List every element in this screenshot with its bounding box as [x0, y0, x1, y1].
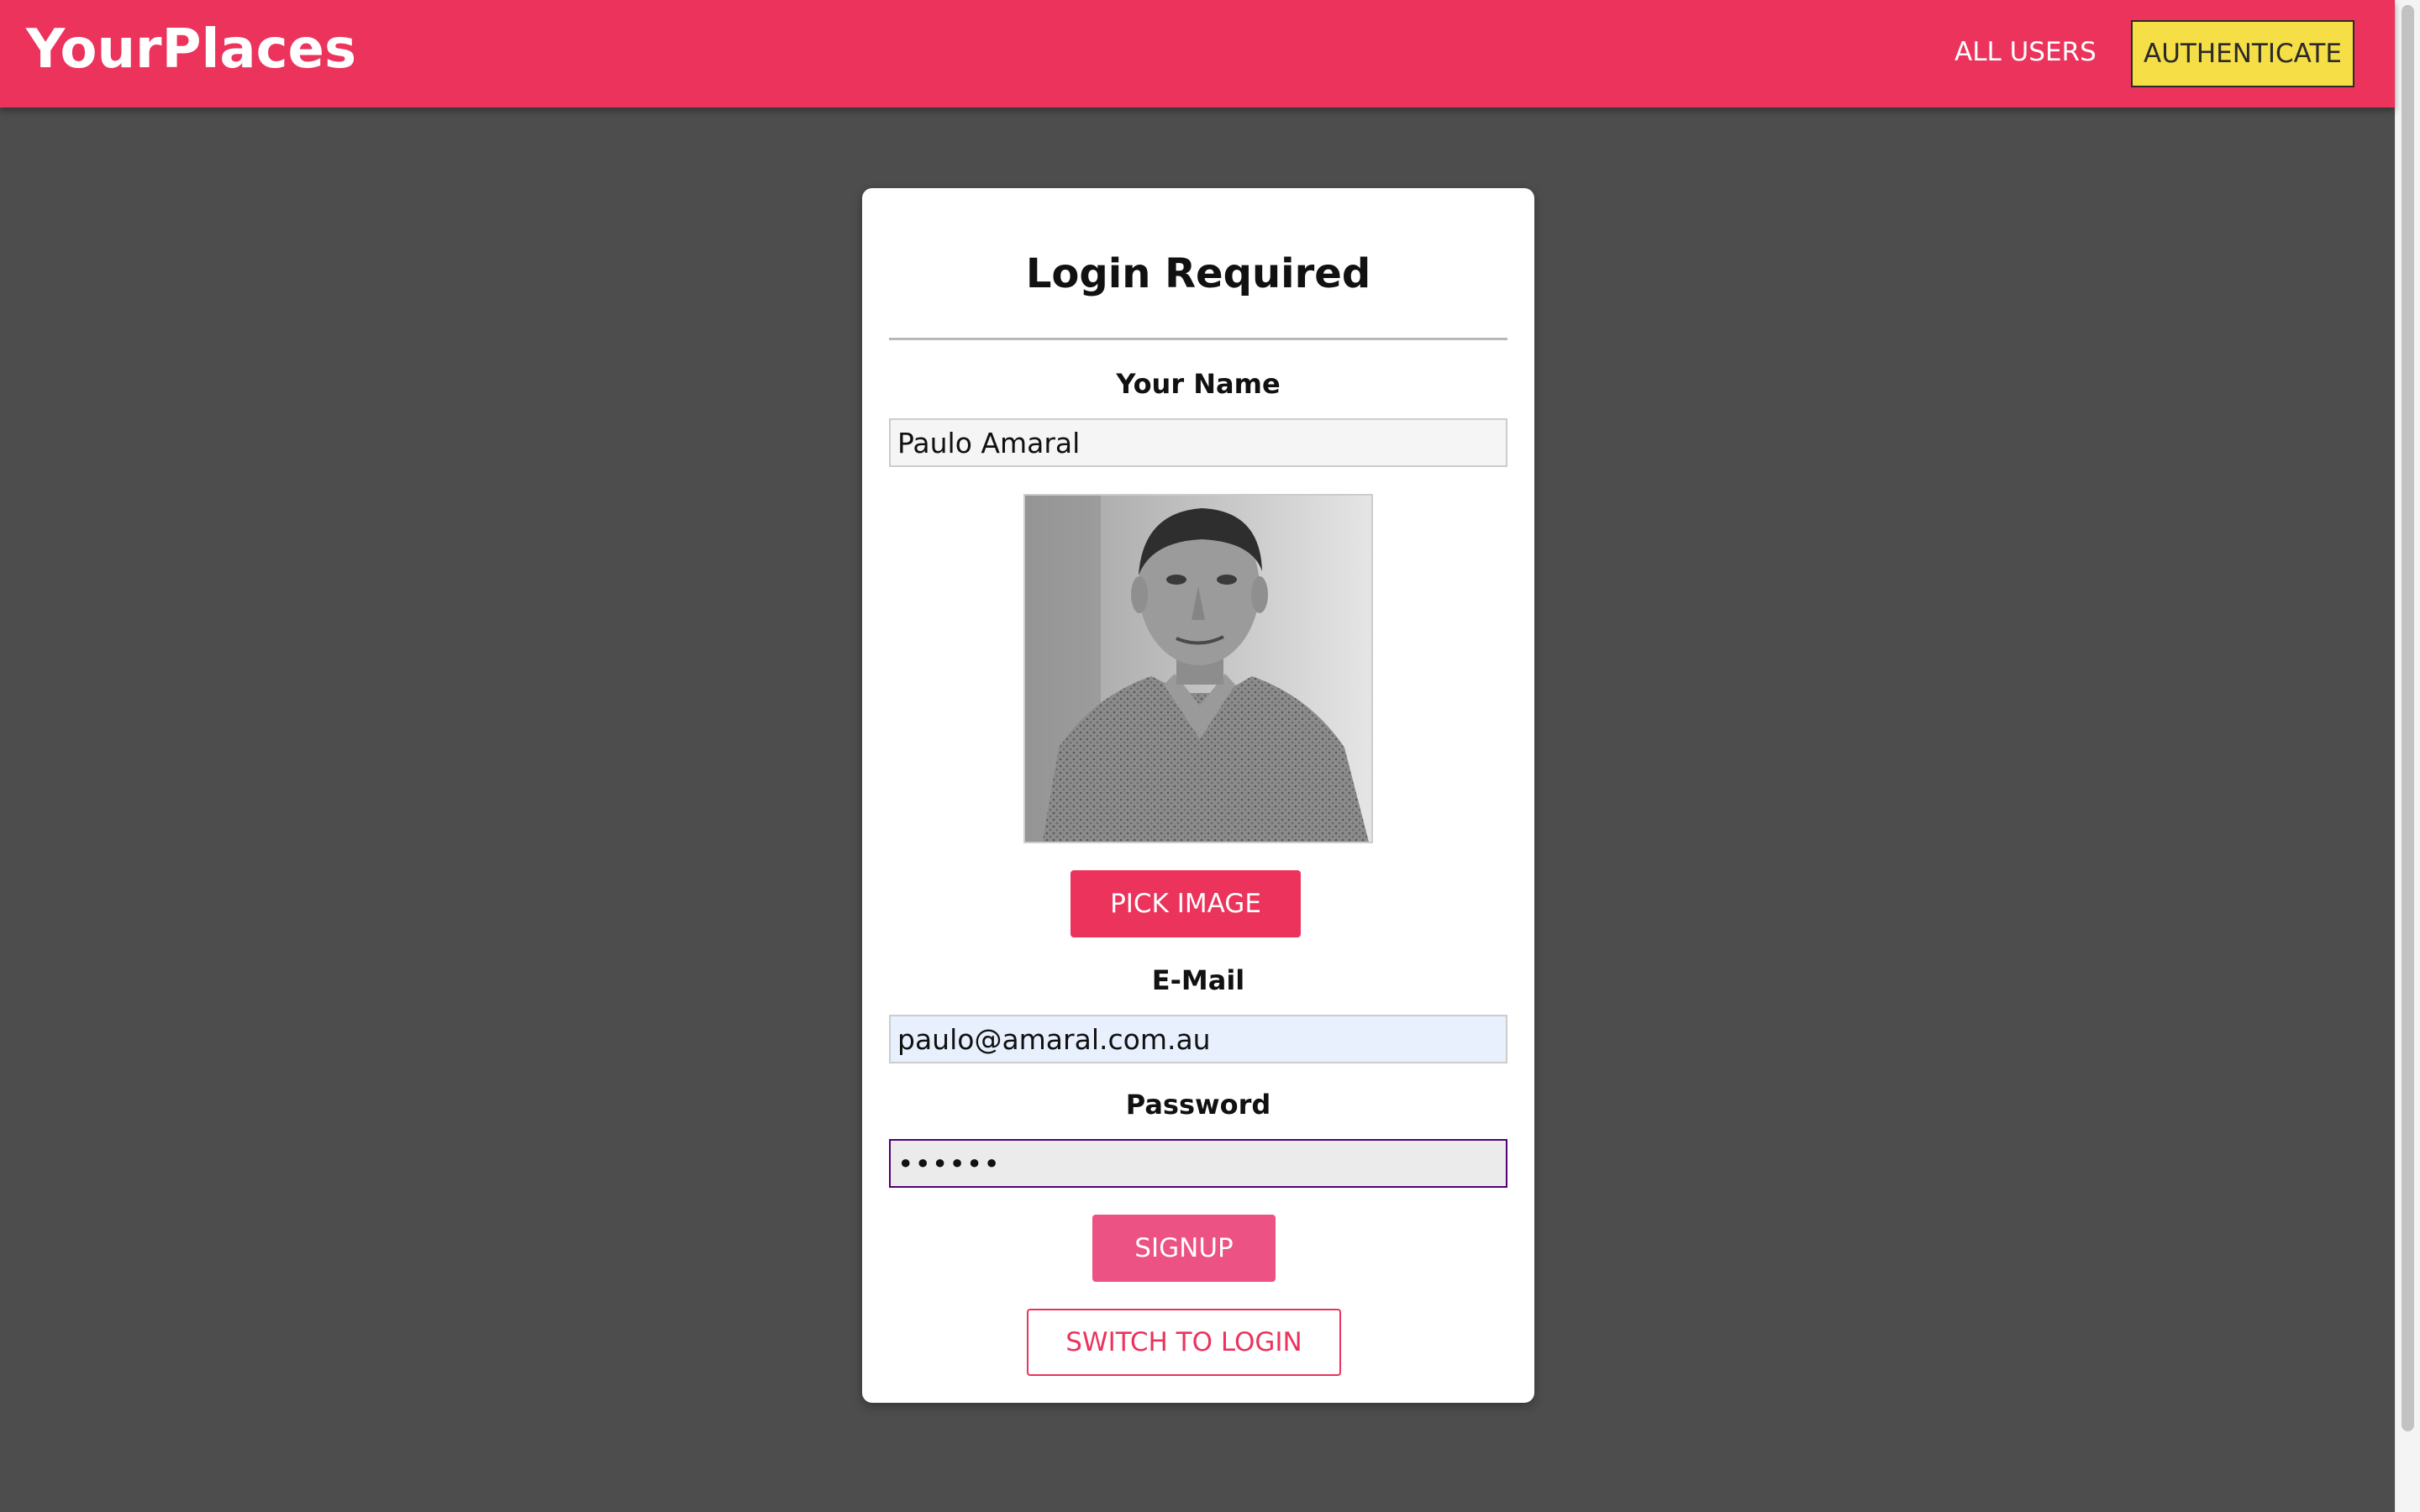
- page-scrollbar[interactable]: [2395, 0, 2420, 1512]
- main-header: YourPlaces ALL USERS AUTHENTICATE: [0, 0, 2395, 108]
- password-input[interactable]: [889, 1139, 1507, 1188]
- brand-logo-link[interactable]: YourPlaces: [26, 18, 356, 81]
- card-title: Login Required: [1025, 250, 1371, 297]
- profile-image-preview: [1023, 494, 1373, 843]
- email-label: E-Mail: [1151, 964, 1245, 996]
- nav-authenticate-link[interactable]: AUTHENTICATE: [2131, 20, 2354, 87]
- auth-card: Login Required Your Name Paulo Amaral PI…: [862, 188, 1534, 1403]
- signup-button[interactable]: SIGNUP: [1092, 1215, 1276, 1282]
- switch-to-login-button[interactable]: SWITCH TO LOGIN: [1027, 1309, 1341, 1376]
- nav-all-users-link[interactable]: ALL USERS: [1954, 37, 2096, 67]
- password-label: Password: [1125, 1089, 1271, 1121]
- email-input[interactable]: [889, 1015, 1507, 1063]
- person-photo-icon: [1025, 496, 1371, 842]
- name-label: Your Name: [1116, 368, 1281, 400]
- title-divider: [889, 338, 1507, 340]
- scrollbar-thumb[interactable]: [2402, 5, 2414, 1431]
- pick-image-button[interactable]: PICK IMAGE: [1071, 870, 1301, 937]
- name-input[interactable]: [889, 418, 1507, 467]
